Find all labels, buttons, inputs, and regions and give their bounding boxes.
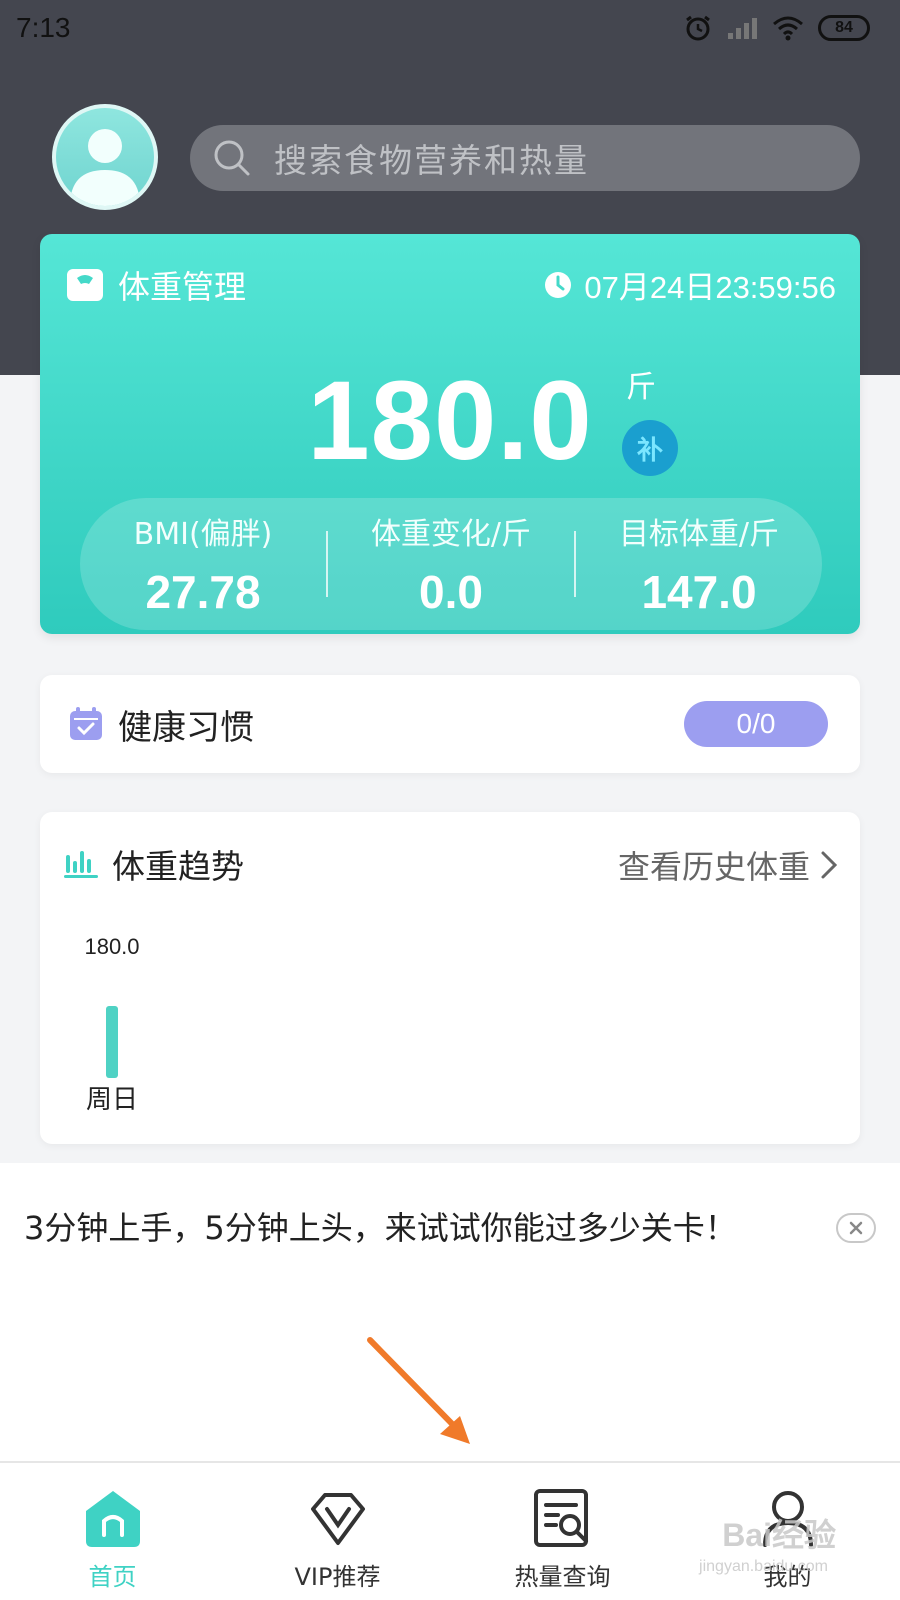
close-icon <box>849 1221 863 1235</box>
watermark-url: jingyan.baidu.com <box>699 1558 828 1575</box>
weight-record-datetime: 07月24日23:59:56 <box>584 270 836 305</box>
search-icon <box>214 140 250 176</box>
tab-home[interactable]: 首页 <box>0 1463 225 1600</box>
weight-stats: BMI(偏胖) 27.78 体重变化/斤 0.0 目标体重/斤 147.0 <box>80 498 822 630</box>
clock-icon <box>545 271 572 298</box>
current-weight: 180.0 <box>40 356 860 485</box>
health-habit-card[interactable]: 健康习惯 0/0 <box>40 675 860 773</box>
weight-management-card[interactable]: 体重管理 07月24日23:59:56 180.0 斤 补 BMI(偏胖) 27… <box>40 234 860 634</box>
health-habit-title: 健康习惯 <box>118 707 254 748</box>
weight-trend-card: 体重趋势 查看历史体重 180.0 周日 <box>40 812 860 1144</box>
calendar-check-icon <box>70 707 102 740</box>
stat-value: 0.0 <box>419 566 483 618</box>
weight-trend-chart: 180.0 周日 <box>84 934 139 1115</box>
signal-icon <box>728 18 757 39</box>
orange-arrow-annotation <box>367 1337 470 1444</box>
wifi-icon <box>773 16 803 41</box>
tab-label: VIP推荐 <box>294 1563 381 1591</box>
stat-target-weight: 目标体重/斤 147.0 <box>576 509 822 619</box>
ad-text: 3分钟上手，5分钟上头，来试试你能过多少关卡！ <box>24 1209 737 1247</box>
stat-label: 目标体重/斤 <box>618 517 780 552</box>
search-bar[interactable]: 搜索食物营养和热量 <box>190 125 860 191</box>
battery-level: 84 <box>835 19 853 36</box>
tab-vip[interactable]: VIP推荐 <box>225 1463 450 1600</box>
stat-value: 147.0 <box>641 566 757 618</box>
chevron-right-icon <box>821 851 838 879</box>
supplement-button[interactable]: 补 <box>622 420 678 476</box>
scale-icon <box>67 269 103 301</box>
weight-card-title: 体重管理 <box>118 268 247 306</box>
stat-label: 体重变化/斤 <box>370 517 532 552</box>
chart-bar <box>106 1006 118 1078</box>
trend-title: 体重趋势 <box>112 847 244 886</box>
status-bar: 7:13 84 <box>0 0 900 62</box>
status-time: 7:13 <box>16 12 71 43</box>
vip-icon <box>310 1493 365 1545</box>
stat-value: 27.78 <box>145 566 261 618</box>
stat-weight-change: 体重变化/斤 0.0 <box>328 509 574 619</box>
avatar[interactable] <box>52 104 158 210</box>
view-history-label: 查看历史体重 <box>617 848 810 886</box>
weight-unit: 斤 <box>626 370 656 405</box>
current-weight-value: 180.0 <box>307 358 593 483</box>
stat-bmi: BMI(偏胖) 27.78 <box>80 509 326 619</box>
bar-chart-icon <box>64 851 98 878</box>
avatar-person-icon <box>70 129 140 206</box>
search-placeholder: 搜索食物营养和热量 <box>274 141 589 180</box>
tab-calorie-search[interactable]: 热量查询 <box>450 1463 675 1600</box>
home-icon <box>85 1491 140 1547</box>
chart-category-label: 周日 <box>86 1085 138 1115</box>
trend-header: 体重趋势 <box>64 840 244 888</box>
habit-progress-badge: 0/0 <box>684 701 828 747</box>
weight-card-date: 07月24日23:59:56 <box>544 262 836 307</box>
battery-indicator: 84 <box>818 15 870 41</box>
chart-data-label: 180.0 <box>84 934 139 959</box>
view-history-link[interactable]: 查看历史体重 <box>618 842 838 888</box>
tab-label: 热量查询 <box>514 1563 611 1591</box>
tab-label: 首页 <box>88 1563 137 1591</box>
alarm-icon <box>686 15 710 41</box>
weight-card-header: 体重管理 <box>66 262 246 308</box>
ad-close-button[interactable] <box>836 1213 876 1243</box>
status-icons: 84 <box>684 14 870 42</box>
stat-label: BMI(偏胖) <box>133 517 273 552</box>
calorie-search-icon <box>533 1489 588 1547</box>
watermark-logo: Bai经验 <box>722 1517 836 1553</box>
